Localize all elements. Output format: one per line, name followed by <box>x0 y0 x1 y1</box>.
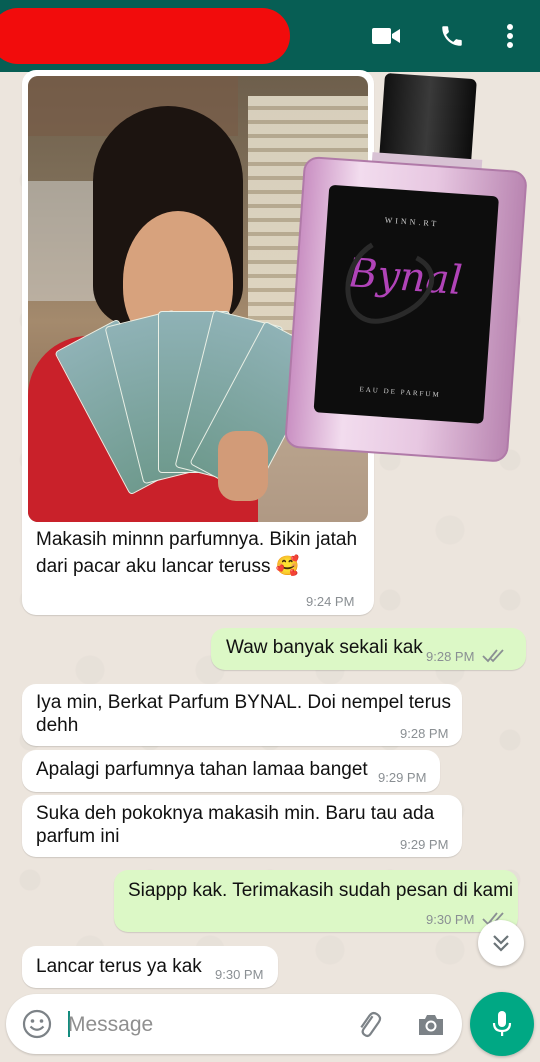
message-input[interactable] <box>66 1007 330 1043</box>
message-6-time: 9:30 PM <box>426 912 475 927</box>
message-1-time: 9:24 PM <box>306 594 355 609</box>
perfume-bottle-image: WINN.RT Bynal EAU DE PARFUM <box>284 73 527 462</box>
message-composer <box>6 994 462 1054</box>
read-receipt-icon <box>482 649 504 663</box>
message-5-line-2: parfum ini <box>36 826 120 847</box>
message-3-time: 9:28 PM <box>400 726 449 741</box>
more-options-icon[interactable] <box>492 18 528 54</box>
emoji-icon[interactable] <box>20 1007 54 1041</box>
message-1-line-2: dari pacar aku lancar teruss 🥰 <box>36 556 299 578</box>
message-3-line-2: dehh <box>36 715 79 736</box>
message-7-time: 9:30 PM <box>215 967 264 982</box>
smiling-hearts-emoji: 🥰 <box>275 556 300 577</box>
paperclip-icon[interactable] <box>352 1008 386 1042</box>
message-5-time: 9:29 PM <box>400 837 449 852</box>
message-4-time: 9:29 PM <box>378 770 427 785</box>
phone-call-icon[interactable] <box>434 18 470 54</box>
scroll-to-bottom-button[interactable] <box>478 920 524 966</box>
message-1-line-2-text: dari pacar aku lancar teruss <box>36 556 271 577</box>
message-5-line-1: Suka deh pokoknya makasih min. Baru tau … <box>36 803 435 824</box>
camera-icon[interactable] <box>414 1008 448 1042</box>
video-call-icon[interactable] <box>368 18 404 54</box>
message-6-text: Siappp kak. Terimakasih sudah pesan di k… <box>128 880 514 901</box>
message-2-time: 9:28 PM <box>426 649 475 664</box>
microphone-icon <box>492 1011 512 1036</box>
message-3-line-1: Iya min, Berkat Parfum BYNAL. Doi nempel… <box>36 692 451 713</box>
message-2-text: Waw banyak sekali kak <box>226 637 423 658</box>
double-chevron-down-icon <box>493 935 509 952</box>
redacted-contact-name <box>0 8 290 64</box>
perfume-logo: Bynal <box>345 250 463 304</box>
message-1-line-1: Makasih minnn parfumnya. Bikin jatah <box>36 529 358 550</box>
message-4-text: Apalagi parfumnya tahan lamaa banget <box>36 759 368 780</box>
message-7-text: Lancar terus ya kak <box>36 956 202 977</box>
chat-header <box>0 0 540 72</box>
microphone-button[interactable] <box>470 992 534 1056</box>
